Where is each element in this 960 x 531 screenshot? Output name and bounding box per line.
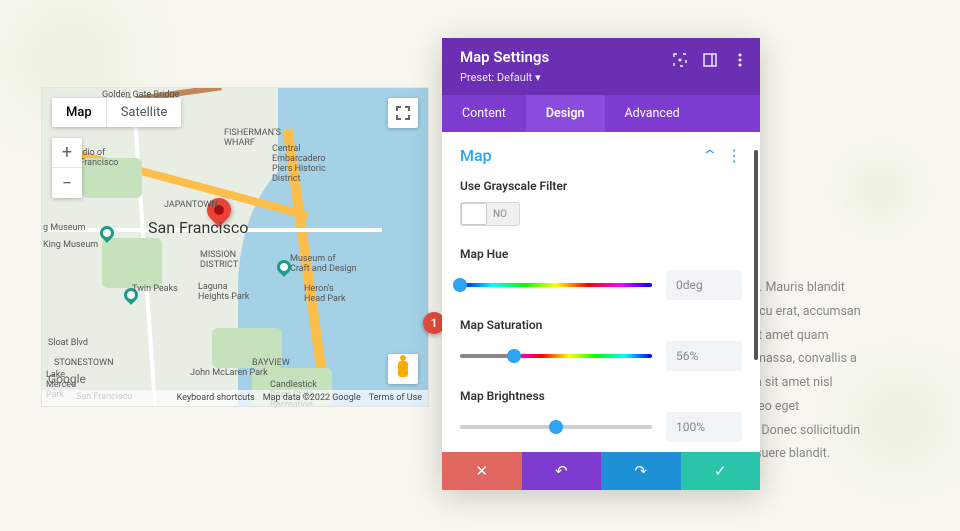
hue-slider[interactable] (460, 278, 652, 292)
map-widget[interactable]: Golden Gate Bridge FISHERMAN'S WHARF Pre… (41, 87, 429, 407)
preset-label: Preset: Default (460, 71, 532, 84)
map-label: BAYVIEW (252, 358, 290, 368)
tab-content[interactable]: Content (442, 95, 526, 132)
zoom-controls: + − (52, 138, 82, 198)
map-label: Laguna Heights Park (198, 282, 249, 302)
cancel-button[interactable]: ✕ (442, 452, 522, 490)
field-label: Map Hue (460, 247, 742, 261)
brightness-value-input[interactable]: 100% (666, 412, 742, 442)
google-logo: Google (48, 372, 86, 386)
field-saturation: Map Saturation 56% (460, 318, 742, 371)
slider-track (460, 354, 652, 358)
section-header: Map ⌃ ⋮ (460, 146, 742, 165)
check-icon: ✓ (714, 462, 727, 480)
confirm-button[interactable]: ✓ (681, 452, 761, 490)
panel-icon (703, 53, 717, 67)
keyboard-shortcuts-link[interactable]: Keyboard shortcuts (177, 393, 255, 403)
scrollbar[interactable] (754, 132, 758, 452)
map-label: Twin Peaks (132, 284, 178, 294)
grayscale-toggle[interactable]: NO (460, 202, 520, 226)
map-type-satellite-button[interactable]: Satellite (107, 98, 182, 127)
field-brightness: Map Brightness 100% (460, 389, 742, 442)
map-label: Central Embarcadero Piers Historic Distr… (272, 144, 326, 184)
terms-link[interactable]: Terms of Use (369, 393, 422, 403)
undo-button[interactable]: ↶ (522, 452, 602, 490)
panel-button[interactable] (702, 52, 718, 68)
field-label: Use Grayscale Filter (460, 179, 742, 193)
modal-header: Map Settings Preset: Default ▾ (442, 38, 760, 95)
collapse-button[interactable]: ⌃ (702, 148, 718, 164)
scrollbar-thumb[interactable] (754, 150, 758, 360)
field-label: Map Brightness (460, 389, 742, 403)
map-footer: Keyboard shortcuts Map data ©2022 Google… (42, 390, 428, 406)
park (102, 238, 162, 288)
zoom-in-button[interactable]: + (52, 138, 82, 168)
toggle-knob (461, 203, 487, 225)
map-label: John McLaren Park (190, 368, 268, 378)
brightness-slider[interactable] (460, 420, 652, 434)
map-type-map-button[interactable]: Map (52, 98, 107, 127)
map-label: Museum of Craft and Design (290, 254, 357, 274)
modal-body: Map ⌃ ⋮ Use Grayscale Filter NO Map Hue … (442, 132, 760, 452)
more-button[interactable] (732, 52, 748, 68)
map-label: g Museum (43, 223, 85, 233)
field-hue: Map Hue 0deg (460, 247, 742, 300)
modal-tabs: Content Design Advanced (442, 95, 760, 132)
saturation-value-input[interactable]: 56% (666, 341, 742, 371)
section-title: Map (460, 146, 492, 165)
preset-selector[interactable]: Preset: Default ▾ (460, 71, 541, 84)
map-label: JAPANTOWN (164, 200, 218, 210)
tab-design[interactable]: Design (526, 95, 605, 132)
map-settings-modal: Map Settings Preset: Default ▾ Content D… (442, 38, 760, 490)
saturation-slider[interactable] (460, 349, 652, 363)
map-canvas[interactable]: Golden Gate Bridge FISHERMAN'S WHARF Pre… (42, 88, 428, 406)
toggle-value: NO (493, 209, 507, 220)
redo-icon: ↷ (634, 462, 647, 480)
section-more-button[interactable]: ⋮ (726, 148, 742, 164)
expand-button[interactable] (672, 52, 688, 68)
map-attribution: Map data ©2022 Google (263, 393, 361, 403)
bg-blob (820, 140, 940, 240)
pegman-icon (398, 361, 408, 377)
map-label: King Museum (43, 240, 98, 250)
redo-button[interactable]: ↷ (601, 452, 681, 490)
map-label: Sloat Blvd (48, 338, 88, 348)
slider-thumb[interactable] (507, 349, 521, 363)
more-vertical-icon (738, 53, 742, 67)
slider-track (460, 283, 652, 287)
city-label: San Francisco (148, 218, 248, 237)
modal-footer: ✕ ↶ ↷ ✓ (442, 452, 760, 490)
tab-advanced[interactable]: Advanced (605, 95, 700, 132)
chevron-down-icon: ▾ (535, 71, 541, 84)
map-label: Heron's Head Park (304, 284, 346, 304)
hue-value-input[interactable]: 0deg (666, 270, 742, 300)
undo-icon: ↶ (555, 462, 568, 480)
fullscreen-button[interactable] (388, 98, 418, 128)
zoom-out-button[interactable]: − (52, 168, 82, 198)
close-icon: ✕ (475, 462, 488, 480)
modal-header-icons (672, 52, 748, 68)
pegman-button[interactable] (388, 354, 418, 384)
fullscreen-icon (396, 106, 410, 120)
slider-thumb[interactable] (453, 278, 467, 292)
field-label: Map Saturation (460, 318, 742, 332)
map-type-bar: Map Satellite (52, 98, 181, 127)
map-label: MISSION DISTRICT (200, 250, 238, 270)
target-icon (673, 53, 687, 67)
slider-thumb[interactable] (549, 420, 563, 434)
field-grayscale: Use Grayscale Filter NO (460, 179, 742, 229)
page-body-text: t. Mauris blandit rcu erat, accumsan it … (755, 276, 955, 466)
map-label: STONESTOWN (54, 358, 114, 368)
